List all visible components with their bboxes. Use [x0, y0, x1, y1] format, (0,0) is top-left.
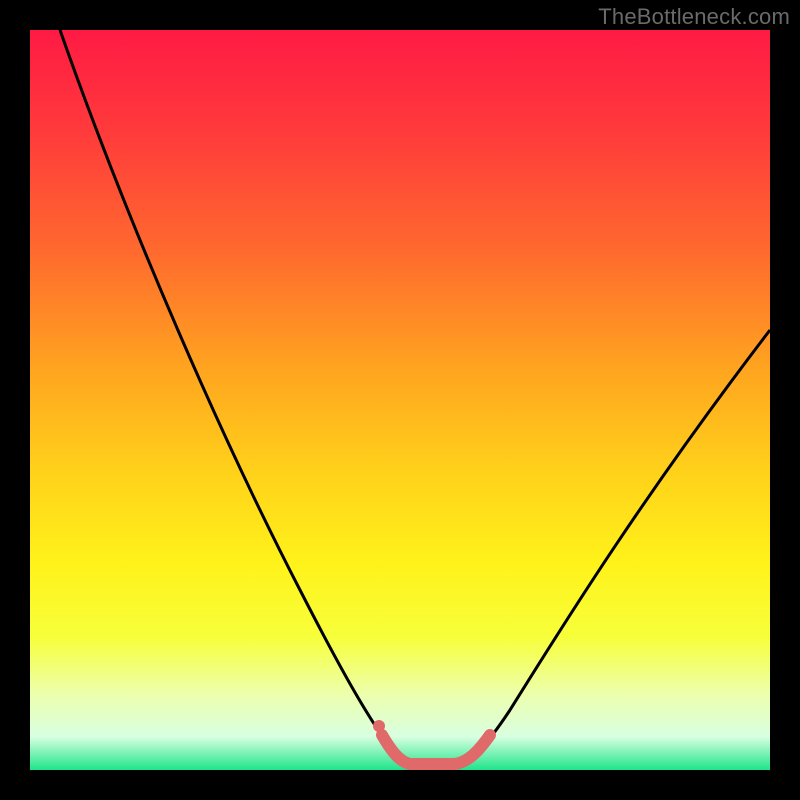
optimal-start-dot	[373, 720, 385, 732]
chart-frame: TheBottleneck.com	[0, 0, 800, 800]
watermark-text: TheBottleneck.com	[598, 4, 790, 30]
plot-area	[30, 30, 770, 770]
chart-svg	[0, 0, 800, 800]
